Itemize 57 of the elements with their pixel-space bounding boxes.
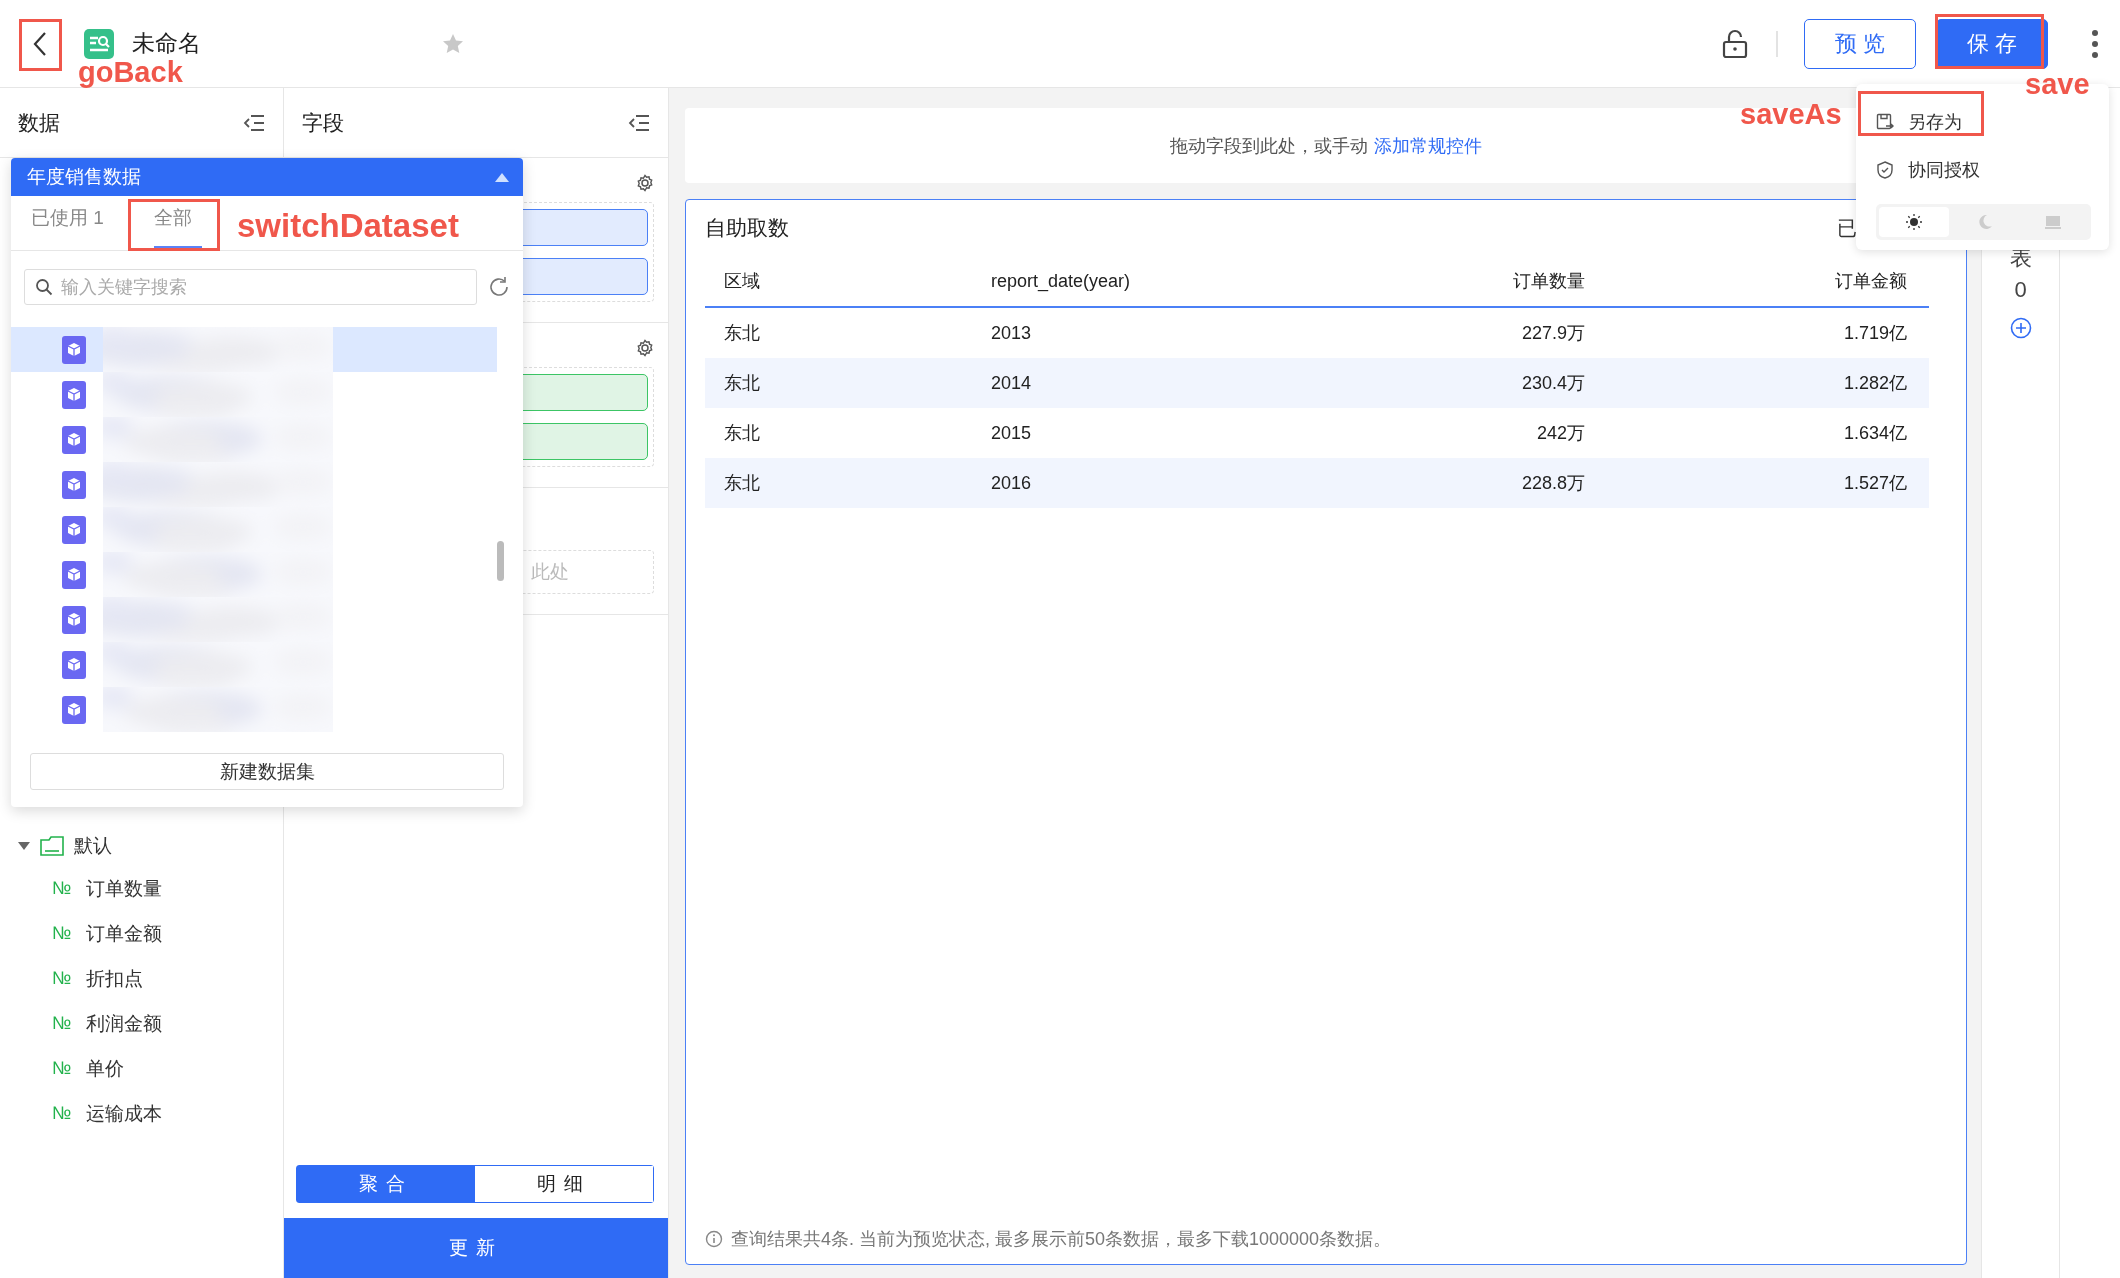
table-cell-text: 东北 — [723, 422, 761, 445]
number-type-icon: № — [52, 878, 76, 899]
number-type-icon: № — [52, 1058, 76, 1079]
table-cell-text: 242万 — [1535, 422, 1586, 445]
number-type-icon: № — [52, 1103, 76, 1124]
document-title: 未命名 — [132, 29, 201, 58]
column-header[interactable]: report_date(year) — [972, 256, 1307, 308]
search-field[interactable]: 输入关键字搜索 — [24, 269, 477, 305]
table-cell: 1.282亿 — [1607, 358, 1929, 408]
folder-label[interactable]: 默认 — [74, 833, 112, 859]
table-cell: 1.527亿 — [1607, 458, 1929, 508]
table-cell: 2016 — [972, 458, 1307, 508]
menu-item[interactable]: 另存为 — [1876, 98, 2091, 146]
update-button[interactable]: 更新 — [284, 1218, 668, 1278]
table-cell-text: 2015 — [990, 421, 1033, 445]
annotation-label: goBack — [78, 56, 183, 89]
annotation-label: save — [2025, 68, 2090, 101]
table-cell-text: 227.9万 — [1520, 322, 1586, 345]
dataset-name[interactable]: 年度销售数据 — [27, 164, 141, 190]
table-cell-text: 1.719亿 — [1842, 322, 1908, 345]
column-header[interactable]: 订单金额 — [1607, 256, 1929, 308]
field-item[interactable]: 运输成本 — [86, 1100, 162, 1127]
column-header[interactable]: 订单数量 — [1307, 256, 1607, 308]
add-control-link[interactable]: 添加常规控件 — [1374, 133, 1482, 158]
annotation-label: saveAs — [1740, 98, 1842, 131]
table-cell: 2014 — [972, 358, 1307, 408]
new-dataset-button[interactable]: 新建数据集 — [30, 753, 504, 790]
number-type-icon: № — [52, 1013, 76, 1034]
table-cell: 228.8万 — [1307, 458, 1607, 508]
field-item[interactable]: 订单金额 — [86, 920, 162, 947]
column-header[interactable]: 区域 — [705, 256, 972, 308]
panel-title: 数据 — [18, 109, 60, 136]
panel-title: 字段 — [302, 109, 344, 136]
mode-tab[interactable]: 聚合 — [297, 1166, 475, 1202]
selected-label: 已 — [1837, 215, 1857, 241]
table-cell-text: 2013 — [990, 321, 1033, 345]
side-count: 0 — [2014, 277, 2027, 303]
dataset-tab[interactable]: 已使用 1 — [31, 205, 114, 250]
table-cell: 东北 — [705, 458, 972, 508]
field-item[interactable]: 订单数量 — [86, 875, 162, 902]
field-item[interactable]: 单价 — [86, 1055, 124, 1082]
save-button[interactable]: 保存 — [1936, 18, 2048, 69]
result-note: 查询结果共4条. 当前为预览状态, 最多展示前50条数据，最多下载1000000条数据。 — [731, 1228, 1392, 1251]
field-item[interactable]: 折扣点 — [86, 965, 143, 992]
dataset-tab[interactable]: 全部 — [153, 205, 202, 250]
table-cell-text: 东北 — [723, 322, 761, 345]
card-title: 自助取数 — [705, 215, 789, 241]
table-cell: 东北 — [705, 358, 972, 408]
menu-item[interactable]: 协同授权 — [1876, 146, 2091, 194]
table-cell: 230.4万 — [1307, 358, 1607, 408]
number-type-icon: № — [52, 968, 76, 989]
number-type-icon: № — [52, 923, 76, 944]
preview-button[interactable]: 预览 — [1804, 18, 1916, 69]
annotation-label: switchDataset — [237, 207, 459, 245]
table-cell-text: 1.634亿 — [1842, 422, 1908, 445]
drop-hint: 拖动字段到此处，或手动 — [1170, 134, 1368, 158]
field-item[interactable]: 利润金额 — [86, 1010, 162, 1037]
